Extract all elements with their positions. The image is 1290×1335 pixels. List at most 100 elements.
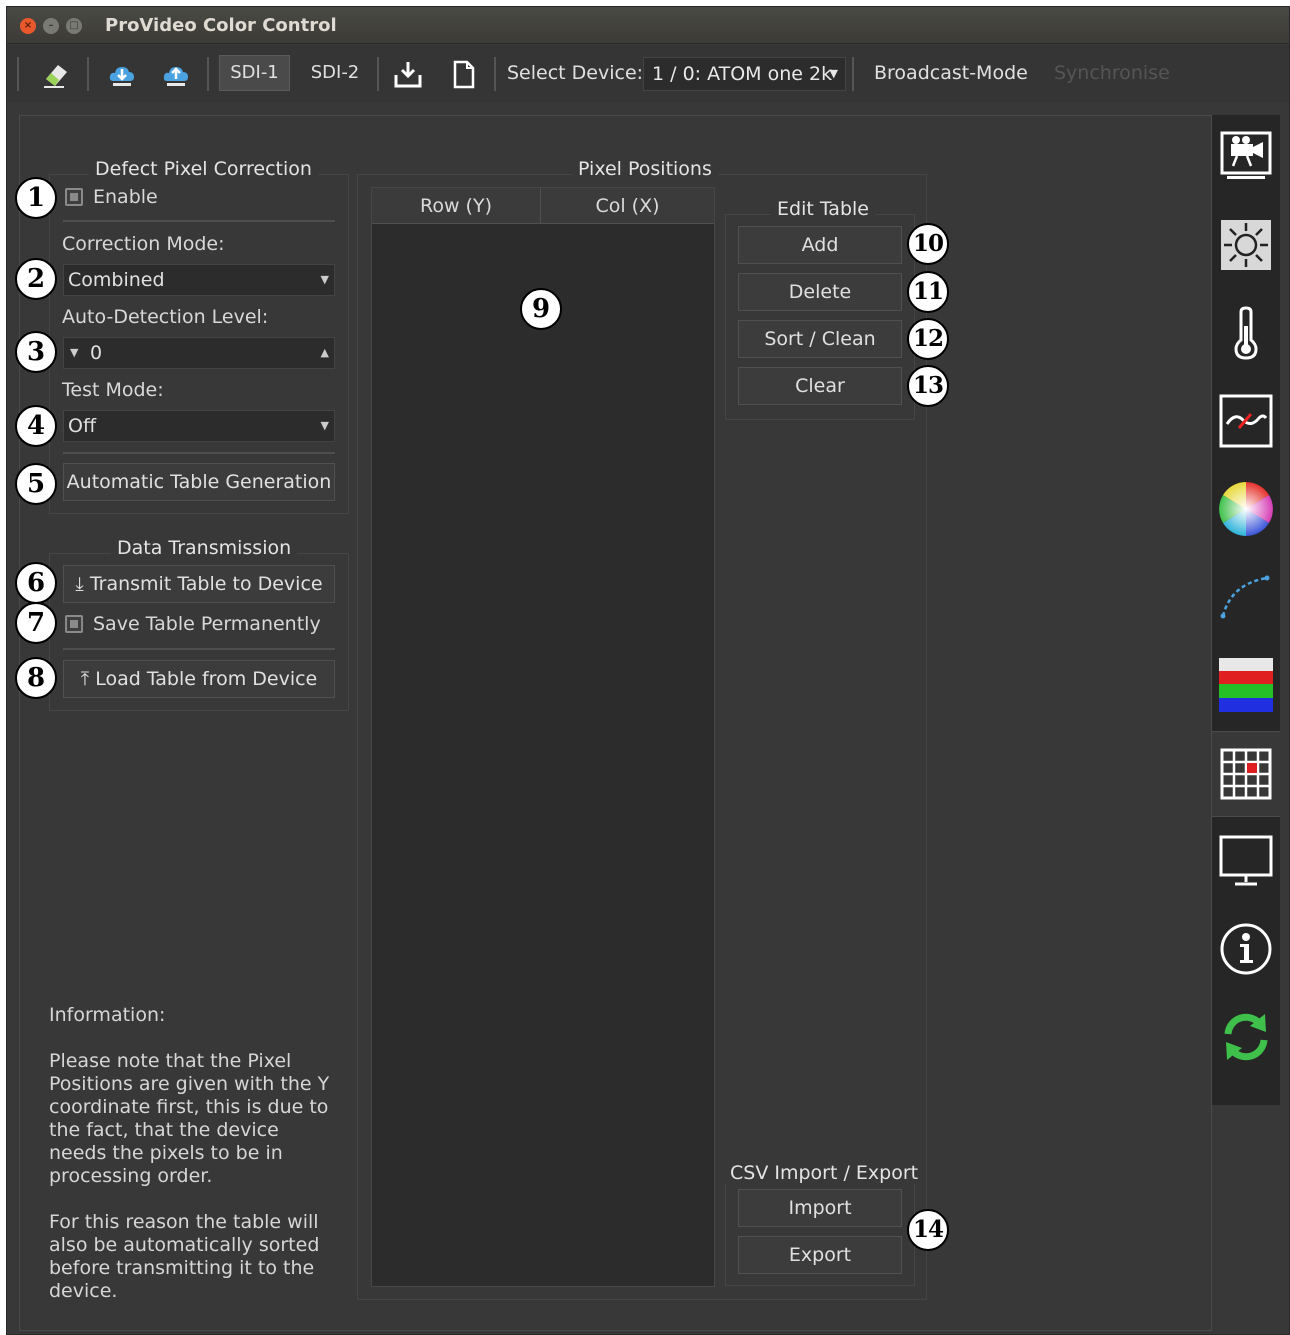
window-title: ProVideo Color Control <box>105 15 337 36</box>
pixel-positions-table[interactable]: Row (Y) Col (X) <box>371 187 715 1287</box>
callout-1: 1 <box>15 177 57 219</box>
callout-4: 4 <box>15 405 57 447</box>
toolbar-separator <box>852 57 854 91</box>
nav-display[interactable] <box>1212 819 1280 905</box>
chevron-down-icon: ▼ <box>320 273 329 286</box>
correction-mode-value: Combined <box>68 269 165 291</box>
callout-9: 9 <box>520 288 562 330</box>
nav-dpc[interactable] <box>1212 731 1280 817</box>
toolbar-separator <box>207 57 209 91</box>
column-header-row[interactable]: Row (Y) <box>372 188 541 224</box>
app-window: × – □ ProVideo Color Control SDI-1 SDI-2 <box>6 6 1290 1335</box>
nav-rgb[interactable] <box>1212 643 1280 729</box>
device-select[interactable]: 1 / 0: ATOM one 2k ▼ <box>643 57 846 91</box>
toolbar-separator <box>87 57 89 91</box>
dpc-group-title: Defect Pixel Correction <box>89 158 318 180</box>
correction-mode-label: Correction Mode: <box>62 233 225 255</box>
eraser-icon[interactable] <box>41 59 71 89</box>
callout-5: 5 <box>15 463 57 505</box>
minimize-window-button[interactable]: – <box>43 18 59 34</box>
monitor-icon <box>1219 835 1273 886</box>
transmit-table-button[interactable]: ⤓ Transmit Table to Device <box>63 565 335 603</box>
callout-12: 12 <box>907 318 949 360</box>
sdi1-button[interactable]: SDI-1 <box>219 55 290 91</box>
correction-mode-select[interactable]: Combined ▼ <box>63 264 335 296</box>
enable-checkbox[interactable] <box>65 188 83 206</box>
load-table-button[interactable]: ⤒ Load Table from Device <box>63 660 335 698</box>
test-mode-label: Test Mode: <box>62 379 164 401</box>
nav-exposure[interactable] <box>1212 203 1280 289</box>
sdi2-button[interactable]: SDI-2 <box>300 55 370 91</box>
broadcast-mode-button[interactable]: Broadcast-Mode <box>874 55 1028 91</box>
download-arrow-icon: ⤓ <box>75 573 84 595</box>
delete-button[interactable]: Delete <box>738 273 902 311</box>
title-bar: × – □ ProVideo Color Control <box>7 7 1289 44</box>
nav-camera[interactable] <box>1212 115 1280 201</box>
auto-detection-level-value: 0 <box>90 342 103 364</box>
enable-label: Enable <box>93 186 158 208</box>
chevron-down-icon: ▼ <box>320 419 329 432</box>
callout-14: 14 <box>907 1209 949 1251</box>
save-download-icon[interactable] <box>393 59 423 89</box>
rgb-bars-icon <box>1219 658 1273 712</box>
data-transmission-group-title: Data Transmission <box>111 537 298 559</box>
info-heading: Information: <box>49 1004 166 1026</box>
upload-arrow-icon: ⤒ <box>80 668 90 690</box>
sort-clean-button[interactable]: Sort / Clean <box>738 320 902 358</box>
chevron-down-icon: ▼ <box>829 67 838 80</box>
pixel-positions-group-title: Pixel Positions <box>572 158 718 180</box>
device-select-value: 1 / 0: ATOM one 2k <box>652 63 833 85</box>
camera-icon <box>1220 131 1272 179</box>
automatic-table-generation-button[interactable]: Automatic Table Generation <box>63 463 335 501</box>
info-paragraph-1: Please note that the Pixel Positions are… <box>49 1050 330 1187</box>
divider <box>63 648 335 650</box>
toolbar-separator <box>494 57 496 91</box>
toolbar: SDI-1 SDI-2 Select Device: 1 / 0: ATOM o… <box>7 45 1289 103</box>
nav-info[interactable] <box>1212 907 1280 993</box>
test-mode-select[interactable]: Off ▼ <box>63 410 335 442</box>
callout-8: 8 <box>15 657 57 699</box>
nav-waveform[interactable] <box>1212 379 1280 465</box>
callout-3: 3 <box>15 331 57 373</box>
nav-temperature[interactable] <box>1212 291 1280 377</box>
import-button[interactable]: Import <box>738 1189 902 1227</box>
navigation-sidebar <box>1212 115 1280 1105</box>
decrement-icon[interactable]: ▼ <box>70 338 78 368</box>
auto-detection-level-spinbox[interactable]: ▼ 0 ▲ <box>63 337 335 369</box>
info-icon <box>1220 923 1272 975</box>
callout-6: 6 <box>15 562 57 604</box>
dpc-grid-icon <box>1220 748 1272 800</box>
increment-icon[interactable]: ▲ <box>321 338 329 368</box>
load-table-label: Load Table from Device <box>95 668 318 690</box>
column-header-col[interactable]: Col (X) <box>541 188 714 224</box>
close-window-button[interactable]: × <box>20 18 36 34</box>
callout-13: 13 <box>907 365 949 407</box>
edit-table-group-title: Edit Table <box>771 198 875 220</box>
download-cloud-icon[interactable] <box>107 59 137 89</box>
nav-refresh[interactable] <box>1212 995 1280 1081</box>
sun-icon <box>1221 220 1271 270</box>
curve-icon <box>1220 575 1270 619</box>
waveform-icon <box>1219 394 1273 448</box>
save-permanently-checkbox[interactable] <box>65 615 83 633</box>
maximize-window-button[interactable]: □ <box>66 18 82 34</box>
divider <box>63 452 335 454</box>
upload-cloud-icon[interactable] <box>161 59 191 89</box>
divider <box>63 220 335 222</box>
callout-11: 11 <box>907 271 949 313</box>
clear-button[interactable]: Clear <box>738 367 902 405</box>
csv-group-title: CSV Import / Export <box>724 1162 925 1184</box>
callout-7: 7 <box>15 602 57 644</box>
nav-curves[interactable] <box>1212 555 1280 641</box>
info-paragraph-2: For this reason the table will also be a… <box>49 1211 320 1302</box>
synchronise-button: Synchronise <box>1054 62 1170 84</box>
toolbar-separator <box>377 57 379 91</box>
save-permanently-label: Save Table Permanently <box>93 613 321 635</box>
export-button[interactable]: Export <box>738 1236 902 1274</box>
callout-2: 2 <box>15 258 57 300</box>
new-file-icon[interactable] <box>448 59 478 89</box>
transmit-table-label: Transmit Table to Device <box>89 573 323 595</box>
add-button[interactable]: Add <box>738 226 902 264</box>
test-mode-value: Off <box>68 415 97 437</box>
nav-color[interactable] <box>1212 467 1280 553</box>
